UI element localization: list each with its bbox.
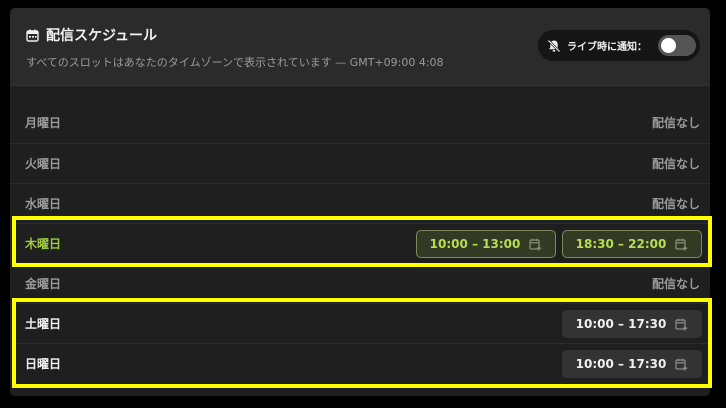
day-label: 水曜日 — [25, 197, 62, 211]
notify-toggle-container[interactable]: ライブ時に通知： — [538, 30, 700, 61]
schedule-row-wednesday: 水曜日 配信なし — [10, 183, 710, 223]
time-slot[interactable]: 10:00 – 13:00 — [416, 230, 556, 258]
day-label: 土曜日 — [25, 317, 62, 331]
day-label: 月曜日 — [25, 116, 62, 130]
switch-knob — [661, 38, 676, 53]
day-label-today: 木曜日 — [25, 237, 62, 251]
no-stream-label: 配信なし — [651, 157, 700, 171]
notify-switch[interactable] — [658, 35, 696, 56]
schedule-row-friday: 金曜日 配信なし — [10, 263, 710, 303]
schedule-row-monday: 月曜日 配信なし — [10, 103, 710, 143]
schedule-row-saturday: 土曜日 10:00 – 17:30 — [10, 303, 710, 343]
slot-time: 10:00 – 13:00 — [429, 237, 521, 251]
calendar-add-icon[interactable] — [675, 358, 688, 371]
title-row: 配信スケジュール — [26, 25, 157, 45]
calendar-icon — [26, 29, 39, 42]
no-stream-label: 配信なし — [651, 197, 700, 211]
slot-time: 10:00 – 17:30 — [575, 357, 667, 371]
bell-off-icon — [547, 39, 561, 53]
notify-label: ライブ時に通知： — [567, 42, 647, 53]
page-title: 配信スケジュール — [46, 28, 158, 44]
timezone-subtitle: すべてのスロットはあなたのタイムゾーンで表示されています — GMT+09:00… — [26, 56, 444, 69]
schedule-row-thursday: 木曜日 10:00 – 13:00 18:30 – 22:00 — [10, 223, 710, 263]
time-slot[interactable]: 10:00 – 17:30 — [562, 310, 702, 338]
day-label: 火曜日 — [25, 157, 62, 171]
calendar-add-icon[interactable] — [529, 238, 542, 251]
calendar-add-icon[interactable] — [675, 238, 688, 251]
calendar-add-icon[interactable] — [675, 318, 688, 331]
no-stream-label: 配信なし — [651, 116, 700, 130]
slot-time: 10:00 – 17:30 — [575, 317, 667, 331]
no-stream-label: 配信なし — [651, 277, 700, 291]
schedule-row-sunday: 日曜日 10:00 – 17:30 — [10, 343, 710, 383]
time-slot[interactable]: 10:00 – 17:30 — [562, 350, 702, 378]
stream-schedule-panel: 配信スケジュール すべてのスロットはあなたのタイムゾーンで表示されています — … — [10, 8, 710, 396]
schedule-header: 配信スケジュール すべてのスロットはあなたのタイムゾーンで表示されています — … — [10, 8, 710, 86]
day-label: 日曜日 — [25, 357, 62, 371]
slot-time: 18:30 – 22:00 — [575, 237, 667, 251]
schedule-row-tuesday: 火曜日 配信なし — [10, 143, 710, 183]
day-label: 金曜日 — [25, 277, 62, 291]
time-slot[interactable]: 18:30 – 22:00 — [562, 230, 702, 258]
